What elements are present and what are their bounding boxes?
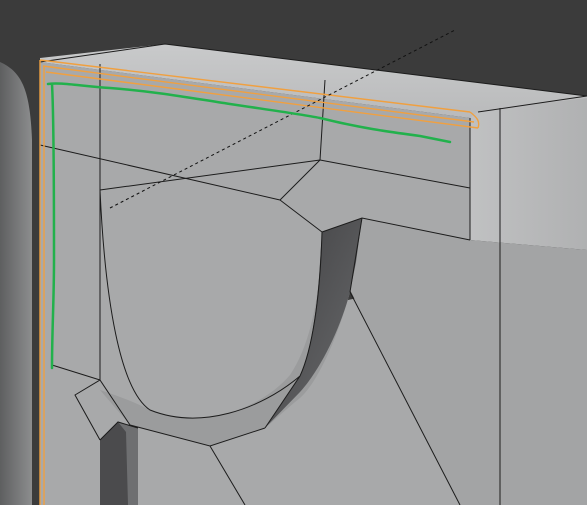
viewport-canvas[interactable]	[0, 0, 587, 505]
main-mesh-right-block[interactable]	[470, 98, 587, 250]
background-mesh[interactable]	[0, 62, 32, 505]
3d-viewport[interactable]	[0, 0, 587, 505]
